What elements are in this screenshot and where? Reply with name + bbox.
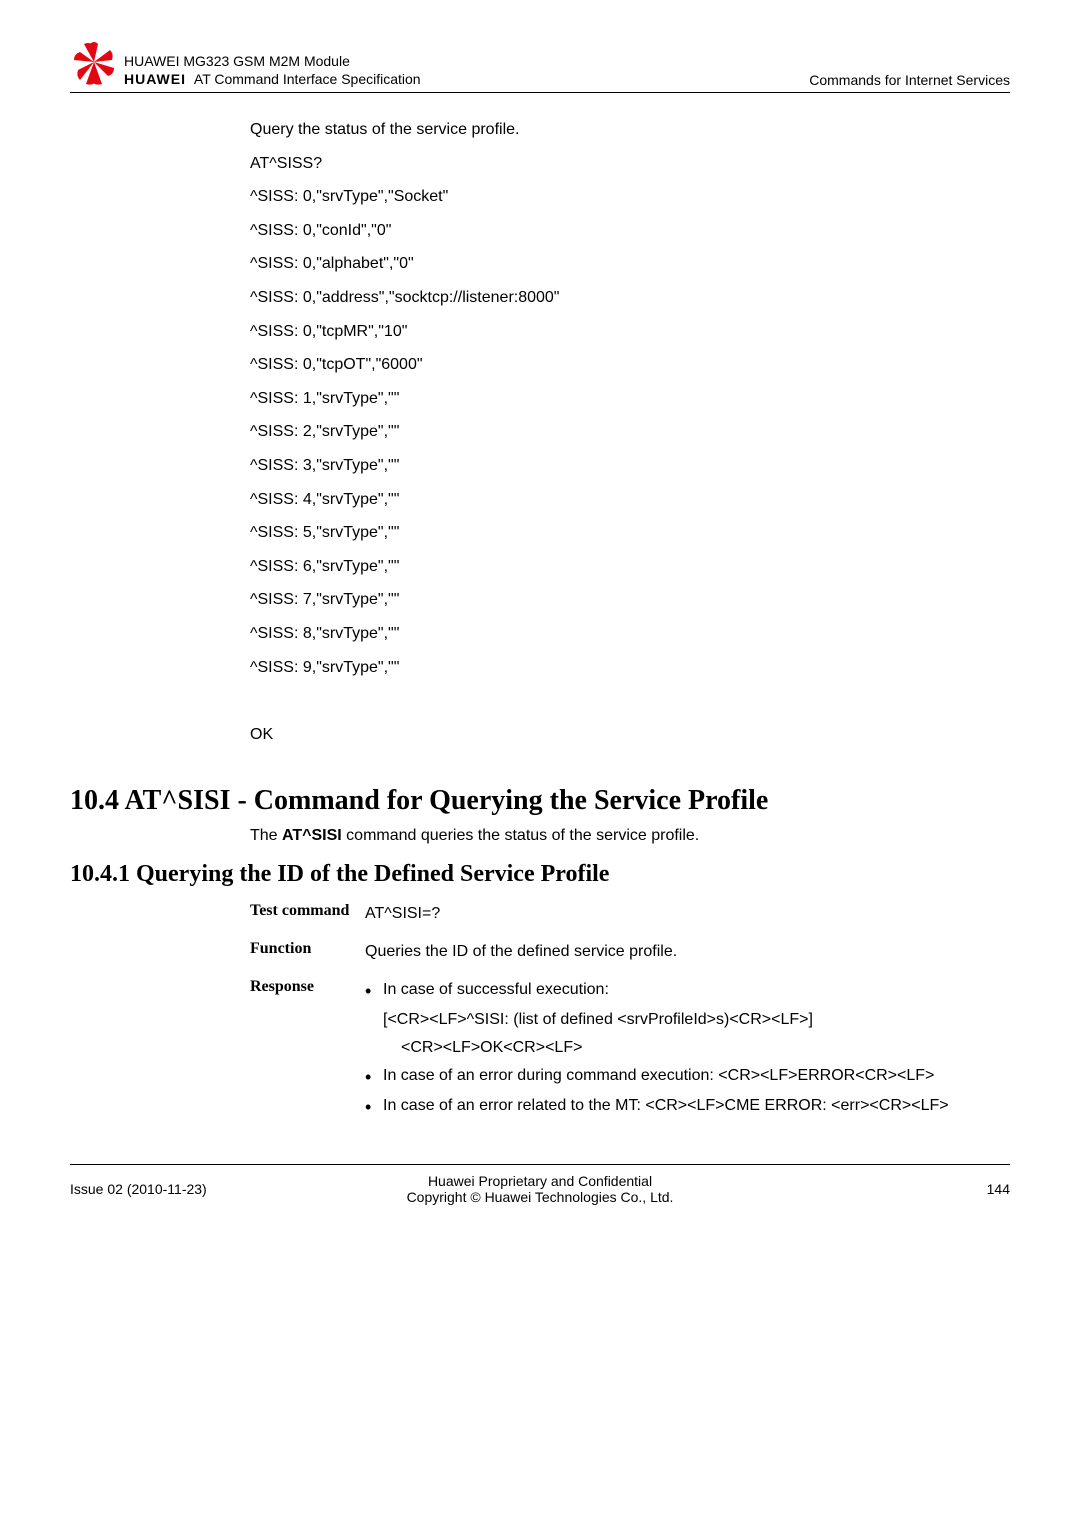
section-subtext: The AT^SISI command queries the status o… bbox=[250, 827, 1010, 845]
footer-left: Issue 02 (2010-11-23) bbox=[70, 1181, 240, 1197]
page-footer: Issue 02 (2010-11-23) Huawei Proprietary… bbox=[70, 1164, 1010, 1205]
def-term-response: Response bbox=[250, 978, 365, 996]
example-ok: OK bbox=[250, 718, 1010, 752]
footer-center: Huawei Proprietary and Confidential Copy… bbox=[240, 1173, 840, 1205]
example-line: ^SISS: 6,"srvType","" bbox=[250, 550, 1010, 584]
example-line: ^SISS: 4,"srvType","" bbox=[250, 483, 1010, 517]
subtext-pre: The bbox=[250, 827, 282, 844]
example-line: ^SISS: 8,"srvType","" bbox=[250, 617, 1010, 651]
response-item-3: In case of an error related to the MT: <… bbox=[365, 1094, 1010, 1118]
example-line: ^SISS: 0,"address","socktcp://listener:8… bbox=[250, 281, 1010, 315]
subtext-bold: AT^SISI bbox=[282, 827, 342, 844]
response-item-2: In case of an error during command execu… bbox=[365, 1064, 1010, 1088]
brand-name: HUAWEI bbox=[124, 71, 186, 87]
footer-center-line2: Copyright © Huawei Technologies Co., Ltd… bbox=[240, 1189, 840, 1205]
example-intro: Query the status of the service profile. bbox=[250, 113, 1010, 147]
response-item-1b: <CR><LF>OK<CR><LF> bbox=[365, 1036, 1010, 1060]
header-line2: AT Command Interface Specification bbox=[194, 71, 421, 87]
huawei-logo-icon bbox=[70, 40, 118, 88]
example-line: ^SISS: 1,"srvType","" bbox=[250, 382, 1010, 416]
def-term-test: Test command bbox=[250, 902, 365, 920]
footer-center-line1: Huawei Proprietary and Confidential bbox=[240, 1173, 840, 1189]
def-row-response: Response In case of successful execution… bbox=[250, 978, 1010, 1124]
response-item-1: In case of successful execution: bbox=[365, 978, 1010, 1002]
example-block: Query the status of the service profile.… bbox=[250, 113, 1010, 751]
example-line: ^SISS: 7,"srvType","" bbox=[250, 583, 1010, 617]
page-header: HUAWEI MG323 GSM M2M Module HUAWEI AT Co… bbox=[70, 40, 1010, 93]
brand-text-block: HUAWEI MG323 GSM M2M Module HUAWEI AT Co… bbox=[124, 52, 421, 88]
def-desc-response: In case of successful execution: [<CR><L… bbox=[365, 978, 1010, 1124]
definition-table: Test command AT^SISI=? Function Queries … bbox=[250, 902, 1010, 1124]
header-line1: HUAWEI MG323 GSM M2M Module bbox=[124, 52, 421, 70]
example-line: AT^SISS? bbox=[250, 147, 1010, 181]
subtext-post: command queries the status of the servic… bbox=[342, 827, 700, 844]
example-line: ^SISS: 3,"srvType","" bbox=[250, 449, 1010, 483]
example-line: ^SISS: 0,"tcpMR","10" bbox=[250, 315, 1010, 349]
example-line: ^SISS: 2,"srvType","" bbox=[250, 415, 1010, 449]
section-heading: 10.4 AT^SISI - Command for Querying the … bbox=[70, 785, 1010, 817]
header-right: Commands for Internet Services bbox=[809, 72, 1010, 88]
def-desc-function: Queries the ID of the defined service pr… bbox=[365, 940, 1010, 964]
footer-page-number: 144 bbox=[840, 1181, 1010, 1197]
def-row-function: Function Queries the ID of the defined s… bbox=[250, 940, 1010, 964]
example-line: ^SISS: 0,"alphabet","0" bbox=[250, 247, 1010, 281]
def-term-function: Function bbox=[250, 940, 365, 958]
def-desc-test: AT^SISI=? bbox=[365, 902, 1010, 926]
example-line: ^SISS: 9,"srvType","" bbox=[250, 651, 1010, 685]
header-left: HUAWEI MG323 GSM M2M Module HUAWEI AT Co… bbox=[70, 40, 421, 88]
subsection-heading: 10.4.1 Querying the ID of the Defined Se… bbox=[70, 861, 1010, 888]
example-line: ^SISS: 0,"srvType","Socket" bbox=[250, 180, 1010, 214]
response-item-1a: [<CR><LF>^SISI: (list of defined <srvPro… bbox=[365, 1008, 1010, 1032]
def-row-test: Test command AT^SISI=? bbox=[250, 902, 1010, 926]
example-line: ^SISS: 0,"tcpOT","6000" bbox=[250, 348, 1010, 382]
example-line: ^SISS: 0,"conId","0" bbox=[250, 214, 1010, 248]
example-line: ^SISS: 5,"srvType","" bbox=[250, 516, 1010, 550]
page-container: HUAWEI MG323 GSM M2M Module HUAWEI AT Co… bbox=[0, 0, 1080, 1235]
